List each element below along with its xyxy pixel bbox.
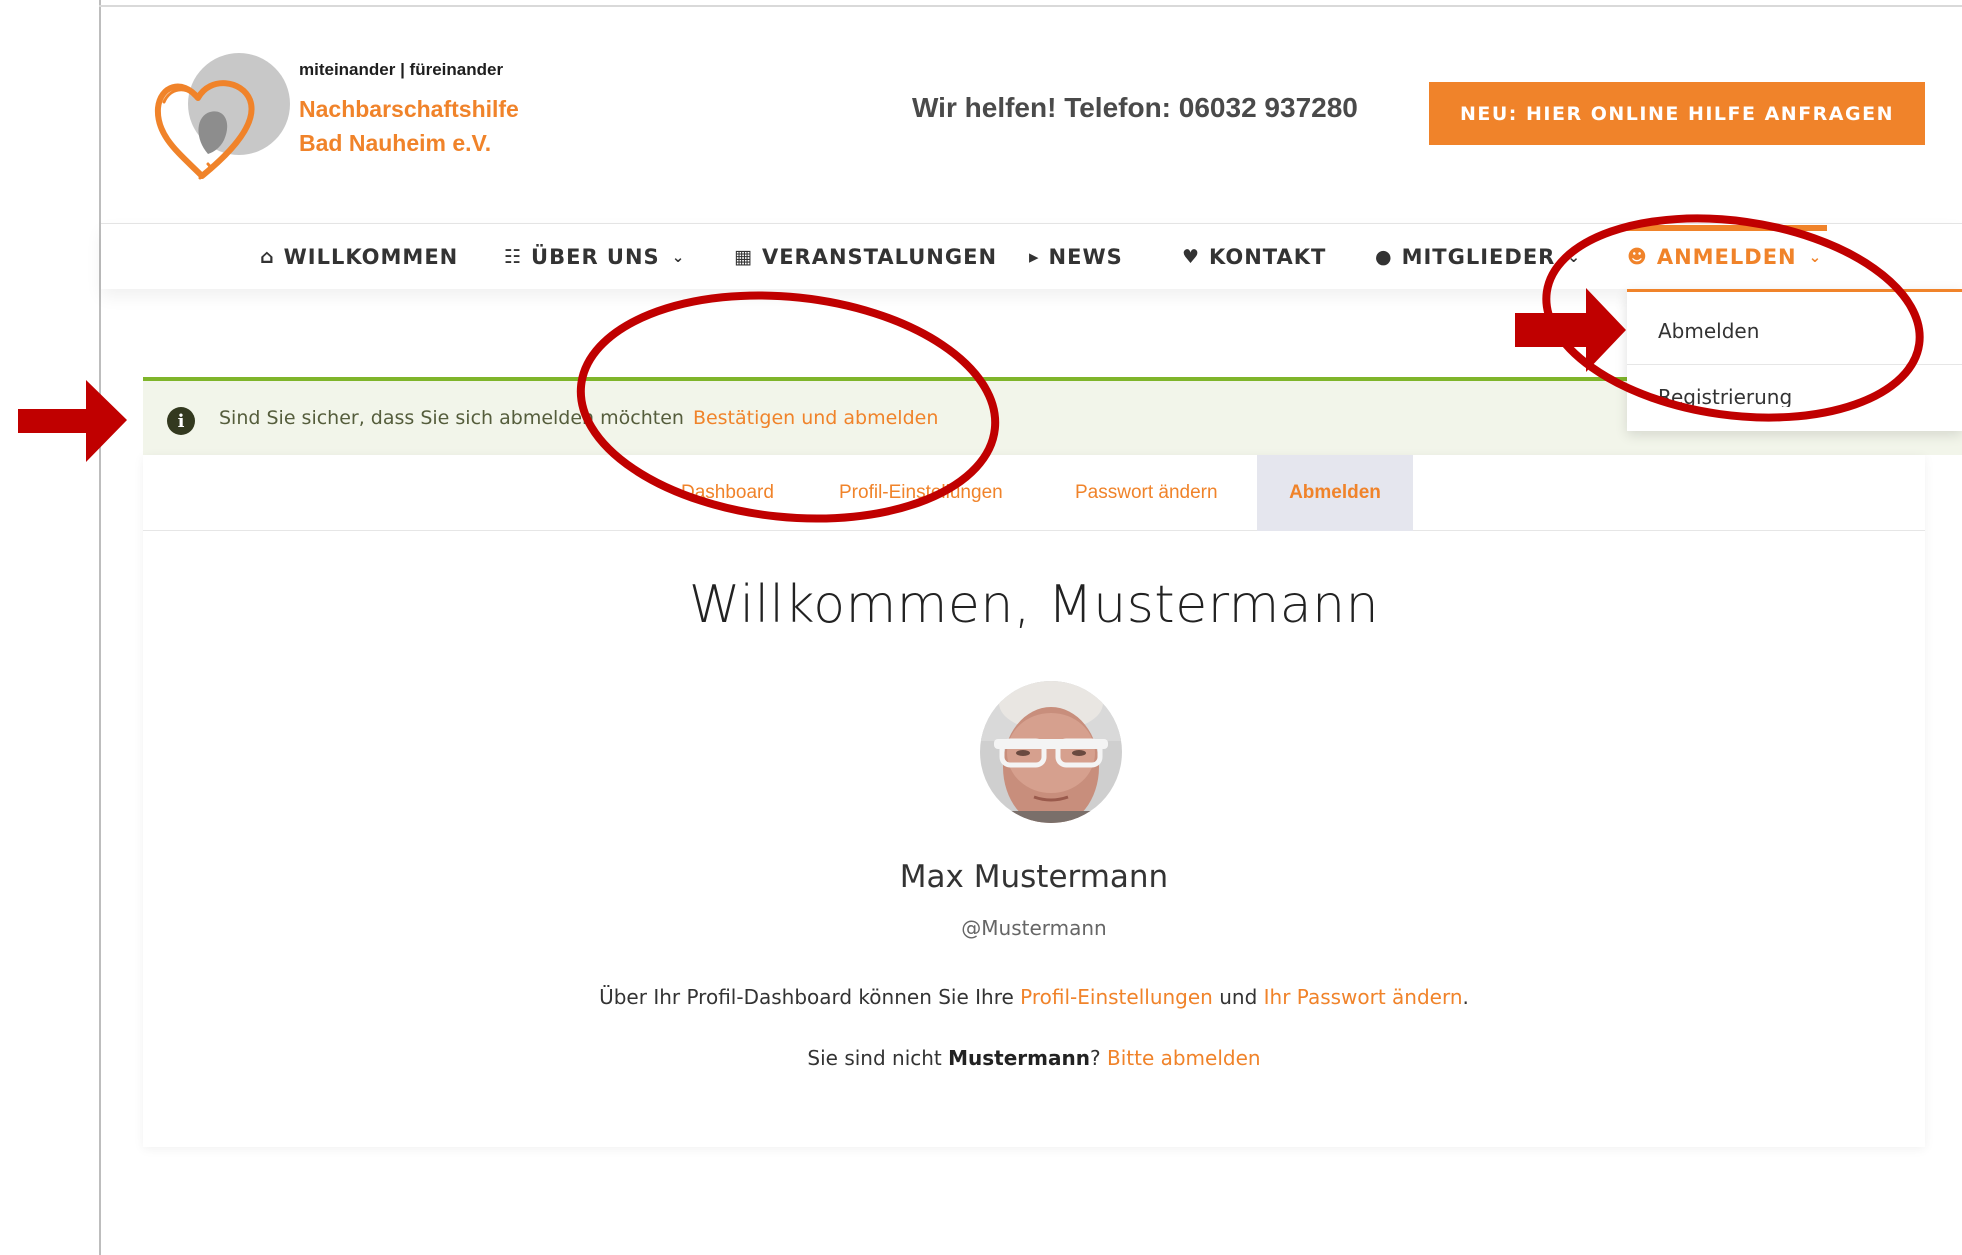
annotation-arrow-left <box>18 380 127 462</box>
screenshot-stage: miteinander | füreinander Nachbarschafts… <box>0 0 1962 1255</box>
annotation-arrow-dropdown <box>1515 288 1626 372</box>
annotation-ellipse-confirm <box>576 291 1000 523</box>
annotation-overlay <box>18 214 1924 523</box>
